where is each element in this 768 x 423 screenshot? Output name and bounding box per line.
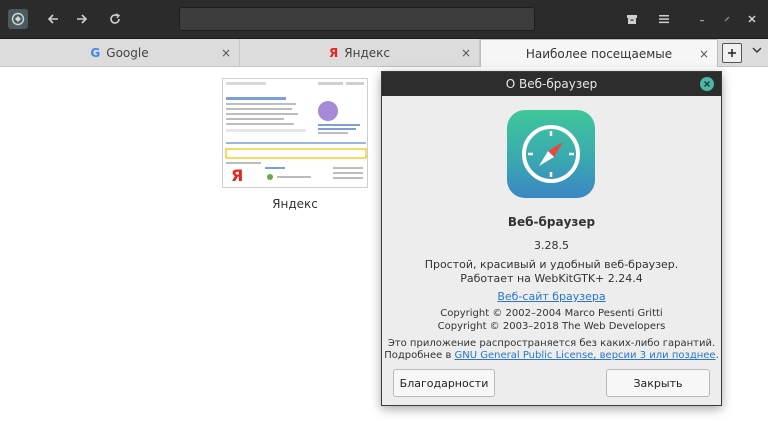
- tab-label: Яндекс: [344, 45, 390, 60]
- chevron-down-icon: [752, 47, 762, 53]
- credits-button[interactable]: Благодарности: [393, 369, 495, 397]
- svg-text:Я: Я: [231, 166, 243, 185]
- app-name: Веб-браузер: [507, 215, 596, 229]
- menu-button[interactable]: [653, 8, 675, 30]
- tab-label: Наиболее посещаемые: [525, 46, 673, 61]
- header-bar: [0, 0, 768, 39]
- maximize-icon: [724, 16, 730, 22]
- minimize-button[interactable]: [691, 8, 713, 30]
- copyright-line1: Copyright © 2002–2004 Marco Pesenti Grit…: [440, 308, 663, 319]
- arrow-left-icon: [47, 14, 58, 24]
- warranty-suffix: .: [715, 350, 719, 361]
- reload-icon: [110, 13, 121, 24]
- most-visited-thumbnail[interactable]: Я: [222, 78, 368, 188]
- tab-close-icon[interactable]: ×: [221, 46, 231, 60]
- back-button[interactable]: [42, 8, 64, 30]
- yandex-page-preview: Я: [223, 79, 367, 187]
- website-link[interactable]: Веб-сайт браузера: [382, 290, 721, 303]
- new-tab-button[interactable]: [722, 43, 742, 63]
- tab-google[interactable]: G Google ×: [0, 39, 240, 66]
- copyright-line2: Copyright © 2003–2018 The Web Developers: [437, 321, 666, 332]
- forward-button[interactable]: [71, 8, 93, 30]
- warranty-line1: Это приложение распространяется без каки…: [387, 338, 716, 349]
- dialog-close-button[interactable]: [700, 77, 714, 91]
- window-close-button[interactable]: [741, 8, 763, 30]
- tab-bar: G Google × Я Яндекс × Наиболее посещаемы…: [0, 39, 768, 67]
- app-version: 3.28.5: [534, 239, 569, 252]
- tab-most-visited[interactable]: Наиболее посещаемые ×: [480, 39, 718, 67]
- url-bar[interactable]: [179, 7, 535, 31]
- browser-logo-icon: [507, 110, 595, 198]
- bookmarks-button[interactable]: [621, 8, 643, 30]
- yandex-icon: Я: [329, 45, 339, 60]
- close-icon: [748, 15, 756, 23]
- tab-label: Google: [106, 45, 149, 60]
- maximize-button[interactable]: [716, 8, 738, 30]
- dialog-title: О Веб-браузер: [505, 77, 598, 91]
- license-link[interactable]: GNU General Public License, версии 3 или…: [455, 350, 716, 361]
- tab-close-icon[interactable]: ×: [699, 47, 709, 61]
- app-description-line1: Простой, красивый и удобный веб-браузер.: [424, 258, 679, 271]
- app-icon[interactable]: [8, 9, 28, 29]
- google-icon: G: [90, 45, 101, 60]
- arrow-right-icon: [77, 14, 88, 24]
- close-icon: [704, 81, 710, 87]
- warranty-prefix: Подробнее в: [384, 350, 455, 361]
- close-button[interactable]: Закрыть: [606, 369, 710, 397]
- tab-list-button[interactable]: [752, 46, 762, 57]
- warranty-line2: Подробнее в GNU General Public License, …: [382, 350, 721, 361]
- most-visited-title[interactable]: Яндекс: [222, 197, 368, 211]
- tab-close-icon[interactable]: ×: [461, 46, 471, 60]
- minimize-icon: [700, 20, 704, 22]
- app-description-line2: Работает на WebKitGTK+ 2.24.4: [460, 272, 643, 285]
- archive-icon: [627, 15, 637, 24]
- tab-yandex[interactable]: Я Яндекс ×: [240, 39, 480, 66]
- hamburger-icon: [659, 15, 669, 24]
- about-dialog: О Веб-браузер Веб-браузер 3.28.5 Простой…: [381, 71, 722, 406]
- reload-button[interactable]: [104, 8, 126, 30]
- new-tab-icon: [728, 49, 736, 57]
- dialog-titlebar: О Веб-браузер: [382, 72, 721, 96]
